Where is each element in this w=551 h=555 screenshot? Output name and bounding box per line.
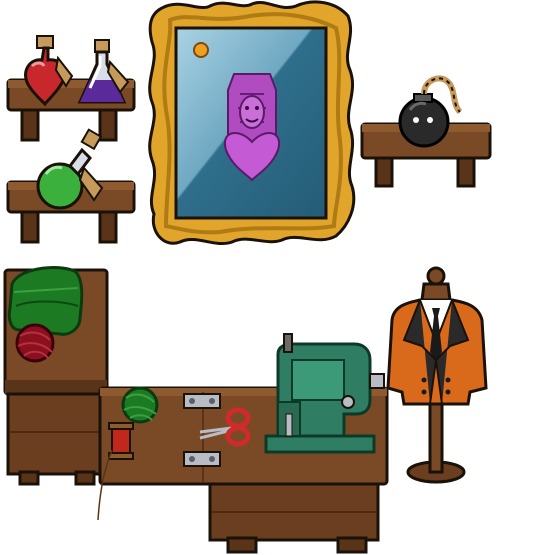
suit-mannequin-icon[interactable] bbox=[386, 266, 488, 484]
purple-potion-icon[interactable] bbox=[77, 39, 130, 104]
green-potion-icon[interactable] bbox=[36, 128, 104, 210]
green-yarn-icon[interactable] bbox=[121, 386, 159, 424]
scene-canvas bbox=[3, 0, 492, 554]
green-fabric-icon[interactable] bbox=[7, 266, 84, 336]
red-yarn-icon[interactable] bbox=[15, 323, 55, 363]
workshop-scene bbox=[0, 0, 551, 555]
portrait-frame-icon[interactable] bbox=[148, 0, 356, 245]
